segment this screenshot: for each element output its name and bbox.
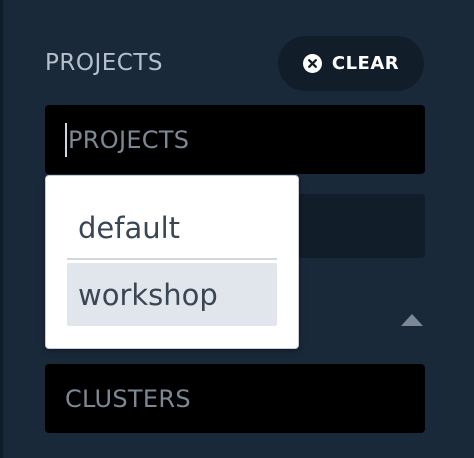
close-circle-icon — [302, 54, 322, 73]
chevron-up-icon[interactable] — [399, 312, 425, 328]
projects-section-label: PROJECTS — [45, 50, 163, 76]
clusters-input[interactable]: CLUSTERS — [45, 364, 425, 433]
filter-panel: PROJECTS CLEAR PROJECTS CLUSTERS default… — [0, 0, 474, 458]
clear-button-label: CLEAR — [331, 53, 400, 74]
clear-button[interactable]: CLEAR — [278, 36, 424, 91]
dropdown-option-default[interactable]: default — [67, 198, 277, 260]
dropdown-option-label: default — [78, 211, 181, 245]
projects-input-placeholder: PROJECTS — [68, 125, 190, 154]
text-cursor — [65, 122, 67, 157]
dropdown-option-workshop[interactable]: workshop — [67, 263, 277, 326]
clusters-input-placeholder: CLUSTERS — [65, 384, 191, 413]
projects-input[interactable]: PROJECTS — [45, 105, 425, 174]
projects-dropdown-menu: default workshop — [45, 175, 299, 349]
dropdown-option-label: workshop — [78, 277, 218, 312]
